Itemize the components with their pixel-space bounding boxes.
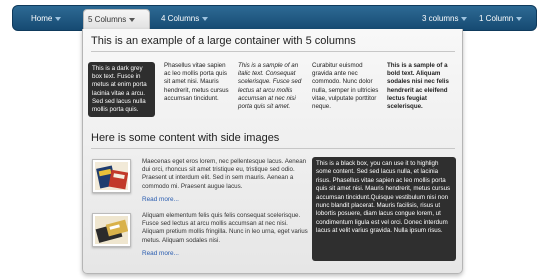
- read-more-link[interactable]: Read more...: [142, 196, 179, 203]
- divider: [91, 148, 455, 149]
- thumbnail-image: [92, 159, 131, 193]
- panel-heading: This is an example of a large container …: [91, 35, 356, 47]
- column-text: Phasellus vitae sapien ac leo mollis por…: [164, 62, 229, 102]
- side-image-text: Maecenas eget eros lorem, nec pellentesq…: [142, 158, 307, 190]
- mega-dropdown-panel: This is an example of a large container …: [82, 29, 463, 274]
- book-image: [95, 216, 128, 244]
- nav-4-columns-label: 4 Columns: [161, 14, 200, 23]
- chevron-down-icon: [129, 17, 136, 22]
- side-image-text: Aliquam elementum felis quis felis conse…: [142, 212, 308, 244]
- read-more-link[interactable]: Read more...: [142, 250, 179, 257]
- nav-5-columns-label: 5 Columns: [88, 15, 127, 24]
- column-text: Curabitur euismod gravida ante nec commo…: [312, 62, 379, 111]
- black-highlight-box: This is a black box, you can use it to h…: [312, 157, 456, 261]
- thumbnail-image: [92, 213, 131, 247]
- side-images-heading: Here is some content with side images: [91, 132, 280, 144]
- chevron-down-icon: [202, 16, 209, 21]
- divider: [91, 51, 455, 52]
- book-image: [95, 162, 128, 190]
- chevron-down-icon: [55, 16, 62, 21]
- column-dark-box: This is a dark grey box text. Fusce in m…: [88, 62, 155, 118]
- nav-3-columns-label: 3 columns: [422, 14, 459, 23]
- chevron-down-icon: [461, 16, 468, 21]
- chevron-down-icon: [516, 16, 523, 21]
- nav-item-1-column[interactable]: 1 Column: [479, 6, 523, 32]
- column-bold-text: This is a sample of a bold text. Aliquam…: [387, 62, 449, 111]
- column-italic-text: This is a sample of an italic text. Cons…: [238, 62, 302, 111]
- nav-1-column-label: 1 Column: [479, 14, 514, 23]
- main-navbar: Home 5 Columns 4 Columns 3 columns 1 Col…: [12, 5, 537, 34]
- nav-home-label: Home: [31, 14, 53, 23]
- nav-item-home[interactable]: Home: [31, 6, 62, 32]
